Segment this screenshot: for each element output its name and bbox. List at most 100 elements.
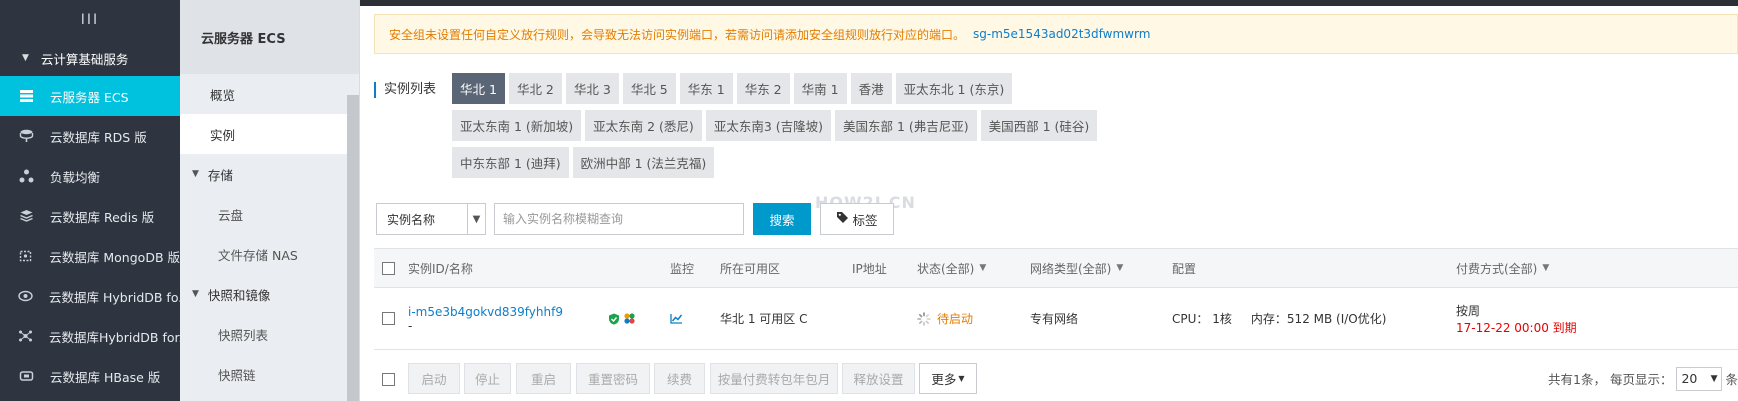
sidebar-group-cloud-basic[interactable]: ▼ 云计算基础服务 bbox=[0, 40, 180, 76]
header-id-name: 实例ID/名称 bbox=[408, 261, 473, 276]
subnav-group-storage[interactable]: ▼ 存储 bbox=[180, 154, 359, 194]
region-tab[interactable]: 华北 5 bbox=[622, 73, 676, 104]
sidebar-item-label: 云数据库 MongoDB 版 bbox=[49, 249, 180, 265]
tag-button[interactable]: 标签 bbox=[820, 203, 894, 235]
alert-text: 安全组未设置任何自定义放行规则，会导致无法访问实例端口，若需访问请添加安全组规则… bbox=[389, 27, 966, 42]
tag-button-label: 标签 bbox=[852, 212, 878, 228]
region-tab[interactable]: 中东东部 1 (迪拜) bbox=[452, 147, 569, 178]
secondary-nav: 云服务器 ECS 概览 实例 ▼ 存储 云盘 文件存储 NAS ▼ 快照和镜像 … bbox=[180, 0, 360, 401]
subnav-overview[interactable]: 概览 bbox=[180, 74, 359, 114]
region-tab[interactable]: 华南 1 bbox=[793, 73, 847, 104]
convert-to-subscription-button[interactable]: 按量付费转包年包月 bbox=[710, 363, 838, 394]
search-button[interactable]: 搜索 bbox=[753, 203, 811, 235]
sidebar-group-label: 云计算基础服务 bbox=[40, 51, 129, 67]
subnav-snapshot-list[interactable]: 快照列表 bbox=[180, 314, 359, 354]
search-field-select[interactable]: 实例名称 ▼ bbox=[376, 203, 486, 235]
load-balancer-icon bbox=[18, 168, 34, 184]
sidebar-item-hybriddb-2[interactable]: 云数据库HybridDB for... bbox=[0, 316, 180, 356]
security-group-alert: 安全组未设置任何自定义放行规则，会导致无法访问实例端口，若需访问请添加安全组规则… bbox=[374, 14, 1738, 54]
reset-password-button[interactable]: 重置密码 bbox=[576, 363, 650, 394]
loading-spinner-icon bbox=[917, 311, 931, 326]
sidebar-item-label: 云数据库 RDS 版 bbox=[50, 129, 147, 145]
stop-button[interactable]: 停止 bbox=[464, 363, 511, 394]
region-tab[interactable]: 华北 3 bbox=[565, 73, 619, 104]
caret-down-icon: ▼ bbox=[22, 53, 29, 63]
start-button[interactable]: 启动 bbox=[408, 363, 460, 394]
hybriddb2-icon bbox=[18, 328, 33, 344]
monitor-chart-icon[interactable] bbox=[670, 288, 683, 349]
more-button[interactable]: 更多 ▼ bbox=[919, 363, 977, 394]
release-settings-button[interactable]: 释放设置 bbox=[842, 363, 915, 394]
page-size-value: 20 bbox=[1681, 371, 1698, 386]
restart-button[interactable]: 重启 bbox=[516, 363, 571, 394]
region-tab[interactable]: 亚太东南3 (吉隆坡) bbox=[705, 110, 831, 141]
database-icon bbox=[18, 128, 34, 144]
sidebar-item-label: 云服务器 ECS bbox=[50, 89, 129, 105]
sidebar-item-redis[interactable]: 云数据库 Redis 版 bbox=[0, 196, 180, 236]
header-network-filter[interactable]: 网络类型(全部) ▼ bbox=[1030, 249, 1123, 287]
instance-table: 实例ID/名称 监控 所在可用区 IP地址 状态(全部) ▼ 网络类型(全部) ▼ … bbox=[374, 248, 1738, 401]
header-billing: 付费方式(全部) bbox=[1456, 261, 1538, 276]
status-text: 待启动 bbox=[937, 312, 974, 326]
region-tab[interactable]: 欧洲中部 1 (法兰克福) bbox=[572, 147, 715, 178]
subnav-snapshot-chain[interactable]: 快照链 bbox=[180, 354, 359, 394]
region-tab[interactable]: 美国东部 1 (弗吉尼亚) bbox=[835, 110, 977, 141]
instance-config: CPU： 1核 内存：512 MB (I/O优化) bbox=[1172, 312, 1387, 326]
header-zone: 所在可用区 bbox=[720, 261, 781, 276]
instance-network: 专有网络 bbox=[1030, 312, 1079, 326]
row-checkbox[interactable] bbox=[382, 312, 395, 325]
tag-icon bbox=[836, 211, 849, 227]
product-title: 云服务器 ECS bbox=[180, 0, 359, 74]
main-content: 安全组未设置任何自定义放行规则，会导致无法访问实例端口，若需访问请添加安全组规则… bbox=[360, 6, 1738, 401]
plugin-icon[interactable] bbox=[623, 288, 636, 349]
sidebar-item-hbase[interactable]: 云数据库 HBase 版 bbox=[0, 356, 180, 396]
subnav-nas[interactable]: 文件存储 NAS bbox=[180, 234, 359, 274]
instance-id-link[interactable]: i-m5e3b4gokvd839fyhhf9 bbox=[408, 305, 563, 319]
menu-toggle-icon[interactable]: III bbox=[0, 0, 180, 40]
sidebar-item-ecs[interactable]: 云服务器 ECS bbox=[0, 76, 180, 116]
footer-select-all-checkbox[interactable] bbox=[382, 372, 395, 386]
region-tab[interactable]: 美国西部 1 (硅谷) bbox=[980, 110, 1098, 141]
pagination: 共有1条， 每页显示： 20 ▼ 条 bbox=[1548, 363, 1738, 394]
instance-zone: 华北 1 可用区 C bbox=[720, 312, 808, 326]
sidebar-item-hybriddb[interactable]: 云数据库 HybridDB fo... bbox=[0, 276, 180, 316]
region-tab[interactable]: 香港 bbox=[850, 73, 892, 104]
total-count-text: 共有1条， 每页显示： bbox=[1548, 372, 1673, 387]
expiry-date: 17-12-22 00:00 到期 bbox=[1456, 320, 1577, 335]
subnav-group-snapshots[interactable]: ▼ 快照和镜像 bbox=[180, 274, 359, 314]
select-all-checkbox[interactable] bbox=[382, 261, 395, 275]
security-group-link[interactable]: sg-m5e1543ad02t3dfwmwrm bbox=[973, 27, 1150, 41]
region-tab[interactable]: 亚太东北 1 (东京) bbox=[895, 73, 1013, 104]
subnav-instances[interactable]: 实例 bbox=[180, 114, 359, 154]
region-tab[interactable]: 亚太东南 2 (悉尼) bbox=[585, 110, 702, 141]
search-bar: 实例名称 ▼ 搜索 标签 bbox=[376, 203, 894, 235]
sidebar-item-label: 云数据库 Redis 版 bbox=[50, 209, 155, 225]
region-tab[interactable]: 华东 1 bbox=[679, 73, 733, 104]
header-ip: IP地址 bbox=[852, 261, 887, 276]
region-tab[interactable]: 华北 2 bbox=[508, 73, 562, 104]
hbase-icon bbox=[18, 368, 34, 384]
subnav-group-label: 快照和镜像 bbox=[207, 287, 271, 303]
caret-down-icon: ▼ bbox=[192, 169, 199, 179]
region-tab[interactable]: 华东 2 bbox=[736, 73, 790, 104]
subnav-group-label: 存储 bbox=[207, 167, 233, 183]
sidebar-item-slb[interactable]: 负载均衡 bbox=[0, 156, 180, 196]
region-tab[interactable]: 华北 1 bbox=[452, 73, 505, 104]
main-sidebar: III ▼ 云计算基础服务 云服务器 ECS 云数据库 RDS 版 负载均衡 云… bbox=[0, 0, 180, 401]
header-billing-filter[interactable]: 付费方式(全部) ▼ bbox=[1456, 249, 1549, 287]
header-config: 配置 bbox=[1172, 261, 1197, 276]
subnav-disk[interactable]: 云盘 bbox=[180, 194, 359, 234]
table-row: i-m5e3b4gokvd839fyhhf9 - 华北 1 可用区 C 待启动 … bbox=[374, 288, 1738, 350]
sidebar-item-label: 云数据库 HybridDB fo... bbox=[49, 289, 180, 305]
search-input[interactable] bbox=[494, 203, 744, 235]
security-shield-icon[interactable] bbox=[608, 288, 620, 349]
subnav-scrollbar[interactable] bbox=[347, 95, 359, 401]
sidebar-item-mongodb[interactable]: 云数据库 MongoDB 版 bbox=[0, 236, 180, 276]
select-value: 实例名称 bbox=[387, 212, 436, 227]
header-status-filter[interactable]: 状态(全部) ▼ bbox=[917, 249, 986, 287]
page-size-unit: 条 bbox=[1725, 372, 1738, 387]
sidebar-item-rds[interactable]: 云数据库 RDS 版 bbox=[0, 116, 180, 156]
page-size-select[interactable]: 20 ▼ bbox=[1676, 366, 1723, 391]
renew-button[interactable]: 续费 bbox=[654, 363, 705, 394]
region-tab[interactable]: 亚太东南 1 (新加坡) bbox=[452, 110, 582, 141]
